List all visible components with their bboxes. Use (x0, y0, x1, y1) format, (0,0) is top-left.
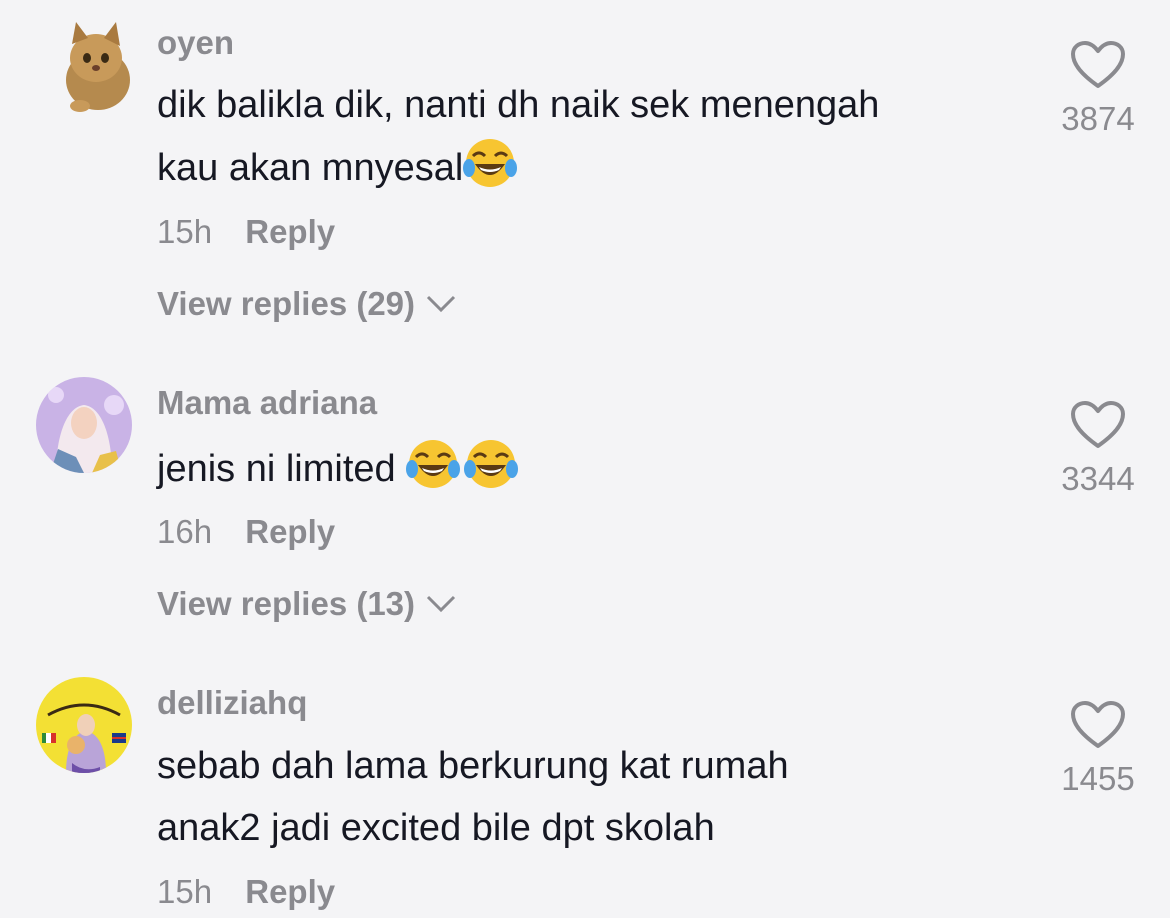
comment-text: dik balikla dik, nanti dh naik sek menen… (157, 74, 1017, 199)
comment-username[interactable]: oyen (157, 24, 234, 62)
comment-time: 15h (157, 213, 213, 250)
avatar[interactable] (58, 18, 134, 114)
view-replies-button[interactable]: View replies (29) (157, 285, 457, 323)
woman-hijab-avatar-image (36, 377, 132, 473)
chevron-down-icon (426, 595, 456, 613)
like-count: 3874 (1061, 100, 1135, 137)
comment-time: 15h (157, 873, 213, 910)
like-button[interactable]: 1455 (1050, 700, 1146, 798)
comment-username[interactable]: Mama adriana (157, 384, 377, 422)
cat-avatar-image (66, 22, 130, 112)
comment-text-line: dik balikla dik, nanti dh naik sek menen… (157, 84, 880, 126)
comment-username[interactable]: delliziahq (157, 684, 307, 722)
comment-meta: 15h Reply (157, 873, 335, 911)
avatar[interactable] (36, 677, 132, 773)
comment-text: sebab dah lama berkurung kat rumah anak2… (157, 735, 1017, 859)
comment-meta: 16h Reply (157, 513, 335, 551)
avatar[interactable] (36, 377, 132, 473)
view-replies-label: View replies (29) (157, 285, 416, 322)
heart-outline-icon (1071, 401, 1125, 448)
comment-text-line: jenis ni limited (157, 437, 1017, 500)
face-with-tears-of-joy-icon (464, 440, 519, 488)
face-with-tears-of-joy-icon (406, 440, 461, 488)
comment-meta: 15h Reply (157, 213, 335, 251)
view-replies-button[interactable]: View replies (13) (157, 585, 457, 623)
yellow-logo-avatar-image (36, 677, 132, 773)
comment-text-line: sebab dah lama berkurung kat rumah (157, 745, 789, 787)
heart-outline-icon (1071, 701, 1125, 748)
like-count: 1455 (1061, 760, 1135, 797)
reply-button[interactable]: Reply (245, 213, 335, 250)
like-button[interactable]: 3874 (1050, 40, 1146, 138)
face-with-tears-of-joy-icon (463, 139, 518, 187)
like-count: 3344 (1061, 460, 1135, 497)
comment-text-line: anak2 jadi excited bile dpt skolah (157, 807, 715, 849)
comment-text-line: kau akan mnyesal (157, 136, 1017, 199)
heart-outline-icon (1071, 41, 1125, 88)
reply-button[interactable]: Reply (245, 513, 335, 550)
view-replies-label: View replies (13) (157, 585, 416, 622)
reply-button[interactable]: Reply (245, 873, 335, 910)
comment-time: 16h (157, 513, 213, 550)
like-button[interactable]: 3344 (1050, 400, 1146, 498)
chevron-down-icon (426, 295, 456, 313)
comment-text: jenis ni limited (157, 437, 1017, 500)
